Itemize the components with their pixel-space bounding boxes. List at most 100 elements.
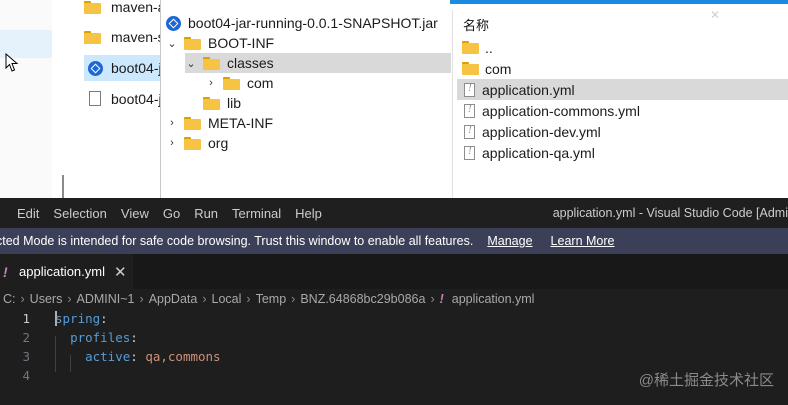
breadcrumb-file[interactable]: application.yml [452,292,535,306]
chevron-right-icon: › [291,292,296,306]
chevron-right-icon: › [20,292,25,306]
explorer-item-label: boot04-j [111,91,162,107]
folder-icon [184,116,201,130]
code-line[interactable]: 2 profiles: [0,328,788,347]
yaml-file-icon: ! [3,263,8,280]
list-item[interactable]: application-commons.yml [457,100,788,121]
breadcrumb-item[interactable]: BNZ.64868bc29b086a [300,292,425,306]
chevron-right-icon[interactable]: › [166,117,178,129]
chevron-right-icon[interactable]: › [166,137,178,149]
tree-item-com[interactable]: › com [205,73,273,93]
tree-item-lib[interactable]: lib [185,93,241,113]
breadcrumb-item[interactable]: Users [30,292,63,306]
chevron-down-icon[interactable]: ⌄ [166,37,178,50]
code-line[interactable]: 1 spring: [0,309,788,328]
tree-item-label: lib [227,95,242,111]
menu-bar: Edit Selection View Go Run Terminal Help… [0,198,788,228]
explorer-item[interactable]: maven-a [84,0,165,20]
explorer-item[interactable]: boot04-j [84,86,162,112]
chevron-right-icon: › [430,292,435,306]
manage-link[interactable]: Manage [487,234,532,248]
folder-icon [84,31,101,44]
folder-icon [462,41,479,54]
folder-icon [223,76,240,90]
chevron-right-icon: › [139,292,144,306]
yaml-key: spring [55,311,101,326]
breadcrumb-item[interactable]: Temp [256,292,287,306]
yml-file-icon [464,103,475,118]
close-icon[interactable]: ✕ [114,263,127,281]
breadcrumb-item[interactable]: AppData [149,292,198,306]
line-number: 3 [22,349,30,364]
tree-item-label: BOOT-INF [208,35,275,51]
chevron-down-icon[interactable]: ⌄ [185,57,197,70]
yml-file-icon [464,82,475,97]
tree-item-org[interactable]: › org [166,133,228,153]
menu-go[interactable]: Go [156,206,187,221]
breadcrumb-item[interactable]: Local [212,292,242,306]
archive-folder-tree: boot04-jar-running-0.0.1-SNAPSHOT.jar ⌄ … [160,0,451,198]
folder-icon [203,96,220,110]
explorer-item-selected[interactable]: boot04-j [84,55,164,81]
tab-application-yml[interactable]: ! application.yml ✕ [0,254,133,289]
explorer-item-label: maven-a [111,0,166,15]
explorer-item[interactable]: maven-s [84,24,165,50]
tree-item-label: org [208,135,229,151]
code-editor[interactable]: 1 spring: 2 profiles: 3 active: qa,commo… [0,309,788,405]
list-item-label: application-qa.yml [482,144,595,161]
menu-selection[interactable]: Selection [46,206,113,221]
tree-item-boot-inf[interactable]: ⌄ BOOT-INF [166,33,274,53]
menu-view[interactable]: View [114,206,156,221]
chevron-right-icon: › [67,292,72,306]
explorer-item-label: maven-s [111,29,165,45]
chevron-right-icon: › [246,292,251,306]
file-explorer-background: maven-a maven-s boot04-j boot04-j [0,0,165,198]
mouse-cursor-icon [5,53,19,72]
line-number: 2 [22,330,30,345]
close-icon[interactable]: ✕ [710,8,720,22]
yaml-file-icon: ! [439,292,444,306]
list-item[interactable]: application-dev.yml [457,121,788,142]
window-title: application.yml - Visual Studio Code [Ad… [552,206,788,220]
breadcrumb-item[interactable]: ADMINI~1 [77,292,135,306]
breadcrumb-item[interactable]: C: [3,292,16,306]
file-icon [89,91,101,106]
tab-title: application.yml [19,264,105,279]
jar-icon [166,15,181,31]
folder-icon [462,62,479,75]
menu-edit[interactable]: Edit [0,206,46,221]
learn-more-link[interactable]: Learn More [551,234,615,248]
restricted-mode-banner: cted Mode is intended for safe code brow… [0,228,788,254]
list-item-label: application-commons.yml [482,102,640,119]
editor-tab-bar: ! application.yml ✕ [0,254,788,289]
line-number: 4 [22,368,30,383]
tree-item-classes[interactable]: ⌄ classes [185,53,451,73]
list-item-label: .. [485,39,493,56]
list-item-selected[interactable]: application.yml [457,79,788,100]
menu-help[interactable]: Help [288,206,329,221]
list-item[interactable]: .. [457,37,788,58]
watermark: @稀土掘金技术社区 [638,372,774,389]
line-number: 1 [22,311,30,326]
archive-file-list: 名称 ✕ .. com application.yml application-… [452,8,788,198]
tree-item-label: boot04-jar-running-0.0.1-SNAPSHOT.jar [188,15,438,31]
folder-icon [84,1,101,14]
yml-file-icon [464,145,475,160]
breadcrumb: C: › Users › ADMINI~1 › AppData › Local … [0,289,788,309]
code-line[interactable]: 3 active: qa,commons [0,347,788,366]
column-header-name[interactable]: 名称 [463,15,489,34]
restricted-mode-message: cted Mode is intended for safe code brow… [0,234,474,248]
list-item-label: application-dev.yml [482,123,601,140]
jar-icon [88,61,103,76]
chevron-right-icon: › [202,292,207,306]
tree-item-meta-inf[interactable]: › META-INF [166,113,273,133]
menu-terminal[interactable]: Terminal [225,206,288,221]
tree-item-archive-root[interactable]: boot04-jar-running-0.0.1-SNAPSHOT.jar [166,13,438,33]
menu-run[interactable]: Run [187,206,225,221]
yml-file-icon [464,124,475,139]
list-item[interactable]: application-qa.yml [457,142,788,163]
scrollbar-thumb[interactable] [62,175,64,198]
text-cursor [55,311,57,326]
list-item[interactable]: com [457,58,788,79]
chevron-right-icon[interactable]: › [205,77,217,89]
